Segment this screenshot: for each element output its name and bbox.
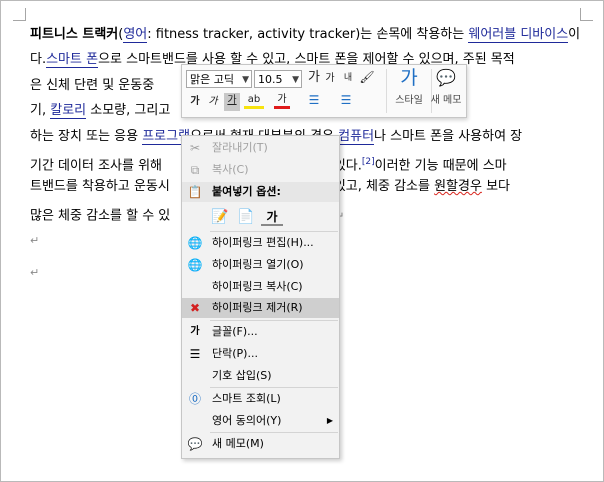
hyperlink[interactable]: 스마트 폰 (46, 52, 99, 68)
menu-item-label: 하이퍼링크 제거(R) (212, 301, 303, 314)
menu-separator (210, 432, 338, 433)
font-color-button[interactable]: 가 (274, 92, 290, 109)
menu-item-label: 복사(C) (212, 163, 249, 176)
font-size-box[interactable]: 10.5 ▼ (254, 70, 302, 88)
style-icon: 가 (400, 67, 418, 89)
chevron-down-icon[interactable]: ▼ (292, 71, 299, 89)
copy-icon: ⧉ (190, 163, 200, 177)
chevron-down-icon[interactable]: ▼ (242, 71, 249, 89)
menu-item-edit-hyperlink[interactable]: 🌐 하이퍼링크 편집(H)... (182, 233, 339, 253)
submenu-arrow-icon: ▶ (326, 416, 333, 425)
menu-separator (210, 387, 338, 388)
text-run: 이러한 기능 때문에 스마 (374, 158, 507, 174)
menu-item-copy[interactable]: ⧉ 복사(C) (182, 160, 339, 180)
menu-item-insert-symbol[interactable]: 기호 삽입(S) (182, 366, 339, 386)
empty-paragraph-mark: ↵ (30, 234, 40, 247)
margin-corner-top-right (580, 8, 593, 21)
text-run: 나 스마트 폰을 사용하여 장 (374, 129, 523, 144)
text-run: 보다 (481, 179, 510, 194)
menu-item-new-comment[interactable]: 💬 새 메모(M) (182, 434, 339, 454)
menu-item-label: 하이퍼링크 편집(H)... (212, 236, 314, 249)
new-comment-label: 새 메모 (430, 95, 462, 106)
menu-separator (210, 320, 338, 321)
styles-button[interactable]: 가 스타일 (388, 67, 430, 113)
hyperlink[interactable]: 영어 (123, 27, 148, 43)
font-icon: 가 (190, 326, 200, 337)
menu-item-label: 글꼴(F)... (212, 325, 258, 338)
menu-item-cut[interactable]: ✂ 잘라내기(T) (182, 138, 339, 158)
text-run: 이 (568, 27, 581, 42)
clear-formatting-button[interactable]: 내 (340, 70, 356, 88)
text-run: 하는 장치 또는 응용 (30, 129, 143, 144)
hyperlink[interactable]: 웨어러블 디바이스 (468, 27, 569, 43)
text-run: 은 신체 단련 및 운동중 (30, 78, 159, 93)
paragraph-icon: ☰ (189, 347, 201, 361)
text-line: 피트니스 트랙커(영어: fitness tracker, activity t… (30, 26, 580, 44)
menu-item-label: 스마트 조회(L) (212, 392, 281, 405)
menu-item-font[interactable]: 가 글꼴(F)... (182, 322, 339, 342)
menu-item-label: 새 메모(M) (212, 437, 264, 450)
new-comment-icon: 💬 (187, 437, 203, 451)
bold-button[interactable]: 가 (188, 94, 202, 112)
text-run: 원할경우 (434, 179, 482, 194)
margin-corner-top-left (13, 8, 26, 21)
font-name-box[interactable]: 맑은 고딕 ▼ (186, 70, 252, 88)
smart-lookup-icon: ⓪ (188, 392, 201, 406)
hyperlink[interactable]: 컴퓨터 (338, 129, 375, 145)
new-comment-button[interactable]: 💬 새 메모 (425, 67, 467, 113)
open-link-icon: 🌐 (187, 258, 203, 272)
text-run: 피트니스 트랙커 (30, 27, 119, 42)
menu-item-label: 잘라내기(T) (212, 141, 268, 154)
menu-item-label: 영어 동의어(Y) (212, 414, 282, 427)
menu-item-label: 하이퍼링크 복사(C) (212, 280, 303, 293)
underline-button[interactable]: 가 (224, 93, 240, 111)
bullets-icon[interactable]: ☰ (306, 92, 322, 110)
menu-item-label: 하이퍼링크 열기(O) (212, 258, 304, 271)
paste-keep-text-only-icon[interactable]: 가 (261, 206, 283, 226)
menu-item-paragraph[interactable]: ☰ 단락(P)... (182, 344, 339, 364)
context-menu: ✂ 잘라내기(T) ⧉ 복사(C) 📋 붙여넣기 옵션: 📝 📄 가 🌐 하이퍼… (181, 135, 340, 459)
empty-paragraph-mark: ↵ (30, 266, 40, 279)
menu-item-synonyms[interactable]: 영어 동의어(Y) ▶ (182, 411, 339, 431)
paste-merge-formatting-icon[interactable]: 📄 (235, 206, 257, 228)
text-run: 많은 체중 감소를 할 수 있 (30, 208, 171, 224)
styles-label: 스타일 (395, 95, 423, 106)
toolbar-divider (386, 69, 387, 113)
text-run: 있고, 체중 감소를 (329, 179, 435, 194)
globe-link-icon: 🌐 (187, 236, 203, 250)
paste-options-header: 📋 붙여넣기 옵션: (182, 182, 339, 202)
menu-item-remove-hyperlink[interactable]: ✖ 하이퍼링크 제거(R) (182, 298, 339, 318)
menu-item-copy-hyperlink[interactable]: 하이퍼링크 복사(C) (182, 277, 339, 297)
paste-keep-source-formatting-icon[interactable]: 📝 (209, 206, 231, 228)
format-painter-icon[interactable]: 🖌 (358, 69, 376, 87)
italic-button[interactable]: 가 (206, 94, 220, 112)
menu-item-label: 단락(P)... (212, 347, 258, 360)
highlight-color-button[interactable]: ab (244, 92, 264, 109)
footnote-ref: [2] (361, 157, 375, 167)
menu-item-label: 붙여넣기 옵션: (212, 185, 281, 198)
grow-font-button[interactable]: 가 (306, 70, 322, 88)
mini-toolbar: 맑은 고딕 ▼ 10.5 ▼ 가 가 내 🖌 가 가 가 ab 가 ☰ ☰ 가 … (181, 64, 467, 118)
text-run: 트밴드를 착용하고 운동시 (30, 179, 170, 194)
text-run: : fitness tracker, activity tracker)는 손목… (147, 27, 469, 42)
text-run: 다. (30, 52, 47, 67)
hyperlink[interactable]: 칼로리 (50, 103, 87, 119)
comment-icon: 💬 (436, 68, 456, 87)
font-size-value: 10.5 (258, 73, 283, 86)
numbering-icon[interactable]: ☰ (338, 92, 354, 110)
paste-icon: 📋 (187, 185, 203, 199)
remove-link-icon: ✖ (189, 301, 201, 315)
menu-item-open-hyperlink[interactable]: 🌐 하이퍼링크 열기(O) (182, 255, 339, 275)
shrink-font-button[interactable]: 가 (323, 71, 337, 89)
menu-item-smart-lookup[interactable]: ⓪ 스마트 조회(L) (182, 389, 339, 409)
text-run: 기간 데이터 조사를 위해 (30, 158, 162, 174)
menu-separator (210, 231, 338, 232)
text-run: 소모량, 그리고 (86, 103, 171, 118)
menu-item-label: 기호 삽입(S) (212, 369, 272, 382)
scissors-icon: ✂ (189, 141, 201, 155)
font-name-value: 맑은 고딕 (190, 73, 234, 86)
text-run: 기, (30, 103, 51, 118)
